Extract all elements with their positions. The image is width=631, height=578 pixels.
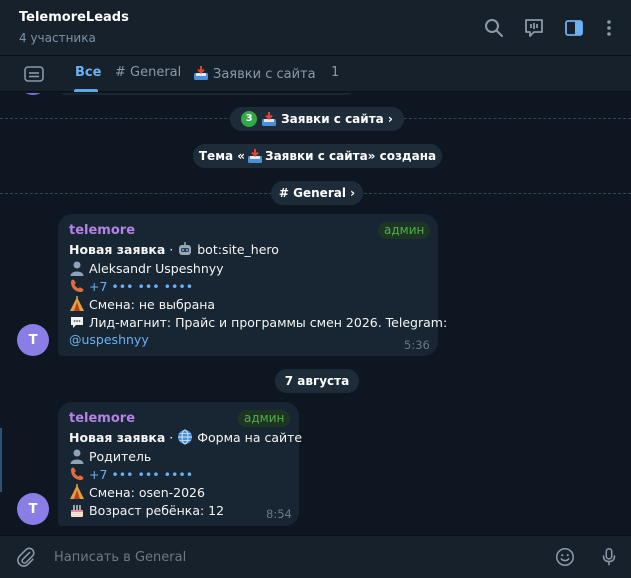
globe-icon (178, 429, 193, 445)
robot-icon (179, 242, 192, 255)
topic-created-name: Заявки с сайта (265, 149, 368, 163)
tab-all[interactable]: Все (75, 65, 101, 80)
telegram-handle-link[interactable]: @uspeshnyy (69, 332, 149, 347)
phone-icon (71, 279, 84, 292)
message-bubble[interactable]: telemore админ Новая заявка · bot:site_h… (58, 214, 447, 356)
date-separator: 7 августа (275, 369, 359, 393)
age-line: Возраст ребёнка: 12 (69, 502, 224, 518)
sender-name[interactable]: telemore (69, 411, 135, 426)
separator: · (165, 242, 178, 257)
person-icon (70, 449, 84, 464)
message-input[interactable]: Написать в General (54, 550, 186, 565)
tab-unread-count[interactable]: 1 (331, 65, 339, 80)
composer: Написать в General (0, 535, 631, 578)
customer-name: Aleksandr Uspeshnyy (89, 261, 224, 276)
message-source: bot:site_hero (197, 242, 279, 257)
customer-name: Родитель (89, 449, 152, 464)
lead-line: Лид-магнит: Прайс и программы смен 2026.… (69, 314, 447, 330)
message-title: Новая заявка (69, 242, 166, 257)
phone-link[interactable]: +7 ••• ••• •••• (89, 467, 193, 482)
tab-site-requests[interactable]: Заявки с сайта (193, 65, 316, 82)
phone-link[interactable]: +7 ••• ••• •••• (89, 279, 193, 294)
speech-bubble-icon (71, 317, 83, 328)
emoji-icon[interactable] (554, 546, 576, 568)
person-icon (70, 261, 84, 276)
admin-badge: админ (378, 222, 431, 239)
tent-icon (70, 484, 84, 499)
handle-line: @uspeshnyy (69, 332, 149, 347)
tab-site-requests-label: Заявки с сайта (213, 67, 316, 82)
phone-line: +7 ••• ••• •••• (69, 278, 193, 294)
inbox-tray-icon (194, 66, 208, 80)
lead-magnet-text: Лид-магнит: Прайс и программы смен 2026.… (89, 315, 448, 330)
topic-tabs: Все # General Заявки с сайта 1 (0, 56, 631, 92)
microphone-icon[interactable] (598, 545, 620, 569)
sidebar-toggle-icon[interactable] (562, 16, 586, 40)
message-title-line: Новая заявка · Форма на сайте (69, 429, 302, 445)
inbox-tray-icon (262, 112, 277, 126)
chat-title[interactable]: TelemoreLeads (19, 10, 129, 25)
topic-created-prefix: Тема « (198, 149, 246, 163)
avatar[interactable]: T (17, 493, 49, 525)
separator: · (165, 430, 178, 445)
tab-general[interactable]: # General (115, 65, 181, 80)
shift-text: Смена: не выбрана (89, 297, 216, 312)
message-title: Новая заявка (69, 430, 166, 445)
child-age-text: Возраст ребёнка: 12 (89, 503, 225, 518)
tent-icon (70, 296, 84, 311)
message-title-line: Новая заявка · bot:site_hero (69, 241, 279, 257)
topic-link-general[interactable]: # General › (271, 181, 363, 205)
message-time: 8:54 (266, 507, 292, 521)
message-bubble[interactable]: telemore админ Новая заявка · Форма на с… (58, 402, 302, 526)
shift-text: Смена: osen-2026 (89, 485, 205, 500)
topic-link-label: Заявки с сайта › (281, 112, 393, 126)
shift-line: Смена: osen-2026 (69, 484, 205, 500)
previous-message-bubble[interactable] (56, 93, 356, 95)
search-icon[interactable] (482, 16, 506, 40)
avatar (18, 93, 48, 95)
chat-header: TelemoreLeads 4 участника (0, 0, 631, 56)
message-list[interactable]: 3 Заявки с сайта › Тема « Заявки с сайта… (0, 93, 631, 535)
topics-list-icon[interactable] (23, 65, 45, 83)
attach-icon[interactable] (15, 546, 37, 568)
name-line: Родитель (69, 448, 151, 464)
name-line: Aleksandr Uspeshnyy (69, 260, 224, 276)
message-time: 5:36 (404, 338, 430, 352)
live-stream-icon[interactable] (522, 16, 546, 40)
member-count[interactable]: 4 участника (19, 31, 96, 45)
phone-line: +7 ••• ••• •••• (69, 466, 193, 482)
shift-line: Смена: не выбрана (69, 296, 215, 312)
active-tab-indicator (74, 89, 98, 92)
selection-accent (0, 428, 2, 492)
phone-icon (71, 467, 84, 480)
more-vert-icon[interactable] (597, 16, 621, 40)
avatar[interactable]: T (17, 324, 49, 356)
message-source: Форма на сайте (197, 430, 303, 445)
topic-created-notice: Тема « Заявки с сайта » создана (193, 144, 442, 168)
topic-link-site-requests[interactable]: 3 Заявки с сайта › (230, 107, 404, 131)
topic-created-suffix: » создана (367, 149, 437, 163)
unread-badge: 3 (241, 111, 258, 127)
sender-name[interactable]: telemore (69, 223, 135, 238)
admin-badge: админ (238, 410, 291, 427)
cake-icon (71, 505, 83, 517)
inbox-tray-icon (248, 149, 263, 163)
